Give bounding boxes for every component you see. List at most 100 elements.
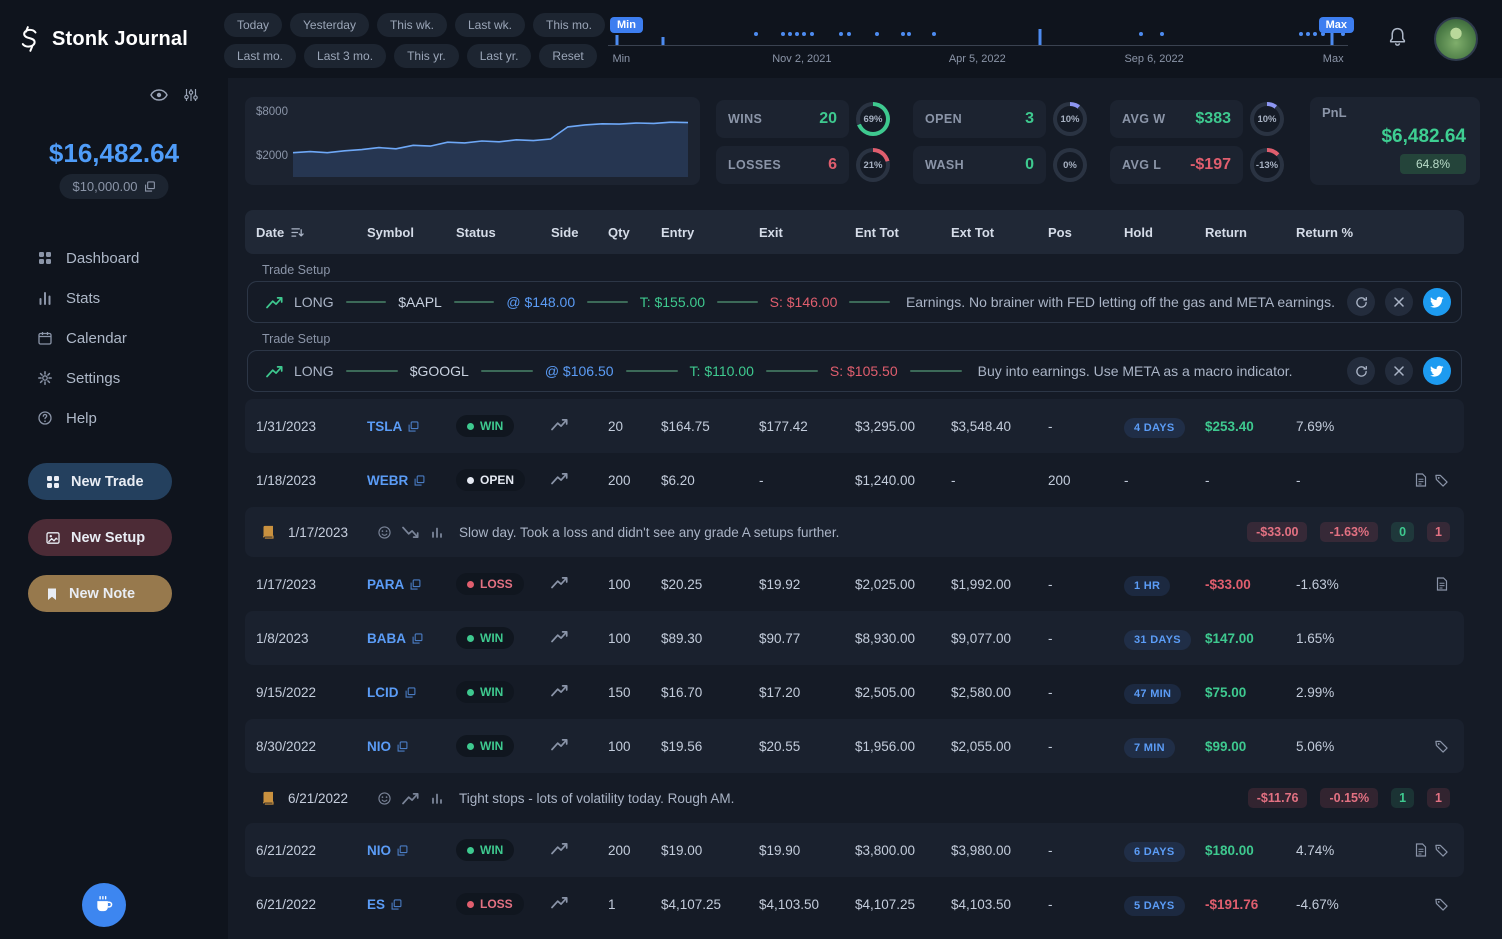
sidebar-item-settings[interactable]: Settings: [0, 358, 228, 398]
starting-balance-badge[interactable]: $10,000.00: [59, 174, 169, 199]
col-status[interactable]: Status: [456, 225, 551, 240]
trade-pos: 200: [1048, 472, 1071, 488]
note-row[interactable]: 1/17/2023 Slow day. Took a loss and didn'…: [245, 507, 1464, 557]
range-max-handle[interactable]: Max: [1318, 17, 1354, 33]
filter-this-year[interactable]: This yr.: [394, 44, 459, 68]
col-date[interactable]: Date: [256, 225, 367, 240]
date-range-timeline[interactable]: Min Max Min Nov 2, 2021 Apr 5, 2022 Sep …: [608, 0, 1354, 78]
doc-icon[interactable]: [1436, 577, 1448, 591]
trade-symbol-link[interactable]: NIO: [367, 739, 456, 754]
trade-symbol-link[interactable]: PARA: [367, 577, 456, 592]
display-settings-button[interactable]: [184, 88, 198, 105]
sidebar-item-calendar[interactable]: Calendar: [0, 318, 228, 358]
filter-last-week[interactable]: Last wk.: [454, 13, 525, 37]
new-trade-button[interactable]: New Trade: [28, 463, 172, 500]
side-long-icon: [551, 684, 569, 697]
notifications-button[interactable]: [1389, 27, 1406, 49]
losses-label: LOSSES: [728, 158, 782, 172]
doc-icon[interactable]: [1415, 473, 1427, 487]
trade-symbol-link[interactable]: TSLA: [367, 419, 456, 434]
col-return[interactable]: Return: [1205, 225, 1296, 240]
donate-button[interactable]: [82, 883, 126, 927]
trade-ent-tot: $3,800.00: [855, 842, 916, 858]
doc-icon[interactable]: [1415, 843, 1427, 857]
sidebar-item-dashboard[interactable]: Dashboard: [0, 238, 228, 278]
sidebar-item-help[interactable]: Help: [0, 398, 228, 438]
note-stat-badge: -$33.00: [1247, 522, 1308, 542]
trade-symbol-link[interactable]: WEBR: [367, 473, 456, 488]
copy-icon: [414, 474, 425, 486]
filter-this-week[interactable]: This wk.: [376, 13, 447, 37]
trade-row[interactable]: 1/18/2023 WEBR OPEN 200 $6.20 - $1,240.00 - 200 -…: [245, 453, 1464, 507]
tag-icon[interactable]: [1435, 843, 1448, 857]
tag-icon[interactable]: [1435, 473, 1448, 487]
col-return-pct[interactable]: Return %: [1296, 225, 1395, 240]
tag-icon[interactable]: [1435, 898, 1448, 911]
trade-entry: $16.70: [661, 684, 703, 700]
col-ent-tot[interactable]: Ent Tot: [855, 225, 951, 240]
filter-yesterday[interactable]: Yesterday: [290, 13, 369, 37]
col-symbol[interactable]: Symbol: [367, 225, 456, 240]
visibility-toggle-button[interactable]: [150, 88, 168, 105]
avg-win-value: $383: [1195, 110, 1231, 127]
filter-last-month[interactable]: Last mo.: [224, 44, 297, 68]
nav-label: Stats: [66, 289, 101, 307]
setup-delete-button[interactable]: [1385, 288, 1413, 316]
side-long-icon: [551, 842, 569, 855]
col-hold[interactable]: Hold: [1124, 225, 1205, 240]
setup-convert-button[interactable]: [1347, 357, 1375, 385]
side-long-icon: [551, 738, 569, 751]
tag-icon[interactable]: [1435, 740, 1448, 753]
trade-row[interactable]: 1/31/2023 TSLA WIN 20 $164.75 $177.42 $3,295.0…: [245, 399, 1464, 453]
trade-row[interactable]: 1/17/2023 PARA LOSS 100 $20.25 $19.92 $2,025.0…: [245, 557, 1464, 611]
trade-qty: 20: [608, 418, 624, 434]
hold-badge: 47 MIN: [1124, 683, 1182, 704]
trade-return: -$33.00: [1205, 576, 1251, 592]
app-logo[interactable]: Stonk Journal: [16, 0, 188, 78]
trade-row[interactable]: 6/21/2022 ES LOSS 1 $4,107.25 $4,103.50 $4,107…: [245, 877, 1464, 931]
trade-row[interactable]: 1/8/2023 BABA WIN 100 $89.30 $90.77 $8,930.00 $…: [245, 611, 1464, 665]
col-pos[interactable]: Pos: [1048, 225, 1124, 240]
sidebar-item-stats[interactable]: Stats: [0, 278, 228, 318]
filter-last-3-months[interactable]: Last 3 mo.: [304, 44, 387, 68]
col-exit[interactable]: Exit: [759, 225, 855, 240]
sort-icon[interactable]: [291, 227, 304, 238]
user-avatar[interactable]: [1434, 17, 1478, 61]
col-side[interactable]: Side: [551, 225, 608, 240]
copy-icon: [397, 740, 408, 752]
trade-hold: 6 DAYS: [1124, 841, 1205, 862]
trade-date: 6/21/2022: [256, 896, 317, 912]
trade-symbol-link[interactable]: ES: [367, 897, 456, 912]
losses-gauge: 21%: [856, 148, 890, 182]
col-entry[interactable]: Entry: [661, 225, 759, 240]
trade-date: 9/15/2022: [256, 684, 317, 700]
trade-row[interactable]: 6/21/2022 NIO WIN 200 $19.00 $19.90 $3,800.00 $…: [245, 823, 1464, 877]
setup-convert-button[interactable]: [1347, 288, 1375, 316]
col-ext-tot[interactable]: Ext Tot: [951, 225, 1048, 240]
trade-row[interactable]: 9/15/2022 LCID WIN 150 $16.70 $17.20 $2,505.00…: [245, 665, 1464, 719]
new-note-button[interactable]: New Note: [28, 575, 172, 612]
trend-up-icon: [402, 792, 420, 805]
trade-row[interactable]: 8/30/2022 NIO WIN 100 $19.56 $20.55 $1,956.00 $…: [245, 719, 1464, 773]
note-row[interactable]: 6/21/2022 Tight stops - lots of volatilit…: [245, 773, 1464, 823]
dashboard-icon: [38, 251, 52, 265]
filter-today[interactable]: Today: [224, 13, 283, 37]
setup-symbol: $AAPL: [398, 294, 442, 310]
trade-symbol-link[interactable]: BABA: [367, 631, 456, 646]
filter-last-year[interactable]: Last yr.: [466, 44, 532, 68]
setup-delete-button[interactable]: [1385, 357, 1413, 385]
filter-reset[interactable]: Reset: [539, 44, 597, 68]
setup-tweet-button[interactable]: [1423, 357, 1451, 385]
trade-symbol-link[interactable]: NIO: [367, 843, 456, 858]
trade-symbol-link[interactable]: LCID: [367, 685, 456, 700]
note-date: 6/21/2022: [288, 790, 349, 806]
range-min-handle[interactable]: Min: [610, 17, 643, 33]
filter-this-month[interactable]: This mo.: [533, 13, 606, 37]
new-setup-button[interactable]: New Setup: [28, 519, 172, 556]
setup-tweet-button[interactable]: [1423, 288, 1451, 316]
side-long-icon: [551, 896, 569, 909]
table-body: Trade Setup LONG $AAPL @ $148.00 T: $155.00 S…: [245, 263, 1464, 931]
trade-return: $75.00: [1205, 684, 1247, 700]
wash-stat: WASH 0: [913, 146, 1046, 184]
col-qty[interactable]: Qty: [608, 225, 661, 240]
